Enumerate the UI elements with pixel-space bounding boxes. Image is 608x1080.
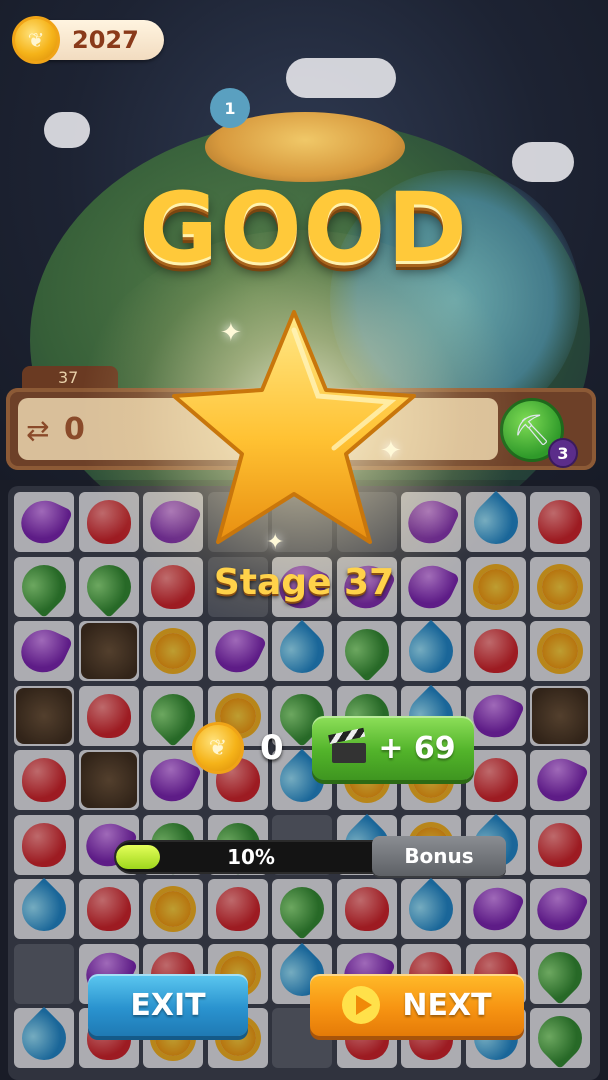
coin-icon: ❦: [12, 16, 60, 64]
sparkle-icon: ✦: [220, 318, 242, 348]
exit-button[interactable]: EXIT: [88, 974, 248, 1036]
sparkle-icon: ✦: [380, 436, 402, 466]
next-label: NEXT: [402, 987, 492, 1023]
next-button[interactable]: NEXT: [310, 974, 524, 1036]
result-title: GOOD: [139, 172, 469, 284]
reward-coin-icon: ❦: [192, 722, 244, 774]
swap-icon: ⇄: [26, 414, 50, 447]
bonus-button[interactable]: Bonus: [372, 836, 506, 876]
stage-label: Stage 37: [213, 562, 395, 603]
coin-balance: 2027: [72, 26, 139, 54]
cloud: [286, 58, 396, 98]
progress-percent: 10%: [227, 845, 275, 869]
tool-count-badge: 3: [548, 438, 578, 468]
cloud: [44, 112, 90, 148]
reward-coins: 0: [260, 728, 284, 768]
map-marker-icon: 1: [210, 88, 250, 128]
play-icon: [342, 986, 381, 1024]
sparkle-icon: ✦: [266, 530, 285, 555]
star-icon: [172, 310, 416, 544]
watch-video-bonus-button[interactable]: + 69: [312, 716, 474, 780]
clapperboard-icon: [328, 727, 368, 763]
video-bonus-label: + 69: [378, 730, 456, 766]
exit-label: EXIT: [130, 987, 206, 1023]
